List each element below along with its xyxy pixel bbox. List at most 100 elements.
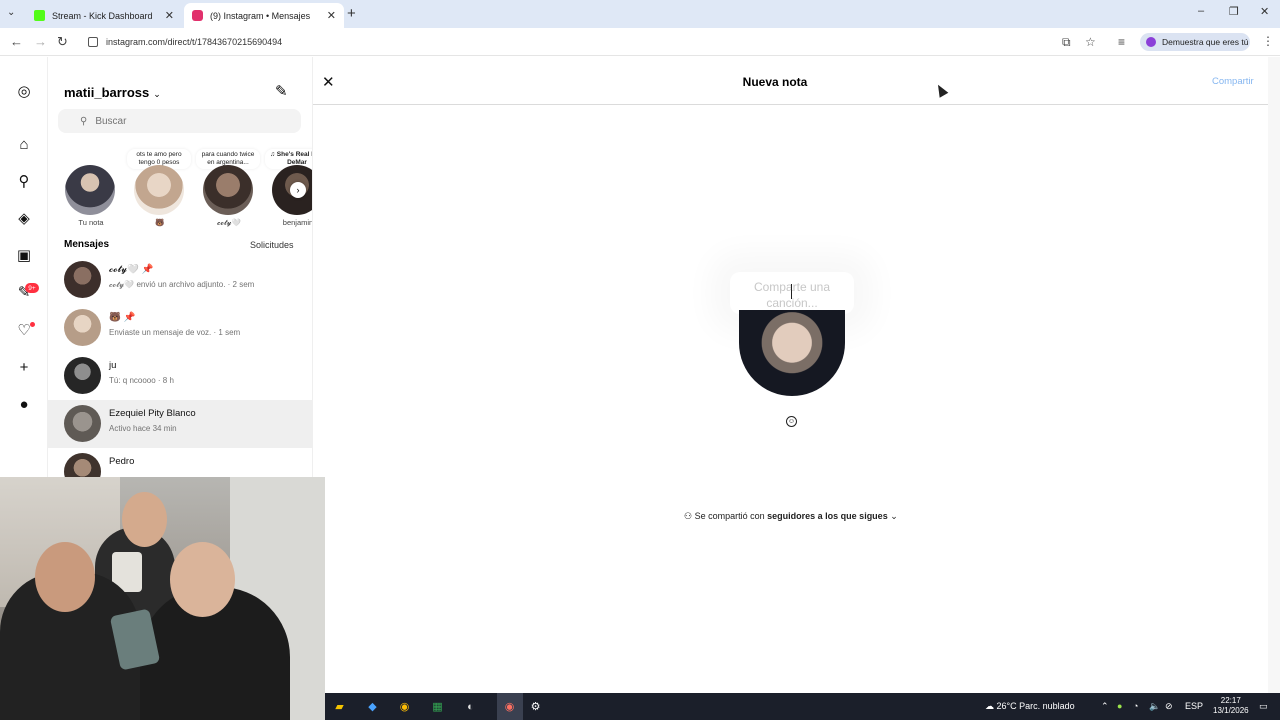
messages-heading: Mensajes xyxy=(64,239,110,250)
site-info-icon[interactable] xyxy=(88,36,98,47)
avatar xyxy=(64,261,101,298)
instagram-favicon-icon xyxy=(192,10,203,21)
bookmark-star-icon[interactable]: ☆ xyxy=(1085,35,1096,49)
browser-toolbar: ← → ↻ instagram.com/direct/t/17843670215… xyxy=(0,28,1280,56)
tray-app-icon[interactable]: ● xyxy=(1117,701,1122,711)
install-app-icon[interactable]: ⧉ xyxy=(1062,35,1071,50)
note-label: Tu nota xyxy=(78,218,104,227)
avatar xyxy=(739,310,845,396)
note-input[interactable]: Comparte una canción... xyxy=(730,272,854,314)
tab-title: (9) Instagram • Mensajes xyxy=(210,10,311,21)
home-icon[interactable]: ⌂ xyxy=(14,134,34,154)
account-switcher[interactable]: matii_barross ⌄ xyxy=(64,85,161,100)
clock-time: 22:17 xyxy=(1220,696,1241,705)
conversation-preview: 𝓬𝓸𝓽𝔂🤍 envió un archivo adjunto. · 2 sem xyxy=(109,280,255,289)
header-divider xyxy=(313,104,1268,105)
reels-icon[interactable]: ▣ xyxy=(14,245,34,265)
app-icon[interactable]: ▦ xyxy=(429,698,446,715)
reload-icon[interactable]: ↻ xyxy=(57,34,68,50)
audience-selector[interactable]: ⚇ Se compartió con seguidores a los que … xyxy=(684,511,898,522)
browser-tab-bar: ⌄ Stream - Kick Dashboard ✕ (9) Instagra… xyxy=(0,0,1280,28)
network-icon[interactable]: ⊘ xyxy=(1165,701,1173,712)
share-button[interactable]: Compartir xyxy=(1212,76,1254,87)
person-head xyxy=(122,492,167,547)
webcam-overlay xyxy=(0,477,325,720)
conversation-item[interactable]: Pedro xyxy=(48,448,312,477)
chrome-profile-icon[interactable]: ◉ xyxy=(501,698,518,715)
avatar xyxy=(134,165,184,215)
mouse-cursor-icon xyxy=(933,82,949,98)
volume-icon[interactable]: 🔈 xyxy=(1149,701,1160,712)
instagram-icon[interactable]: ◎ xyxy=(14,81,34,101)
search-icon[interactable]: ⚲ xyxy=(14,171,34,191)
weather-icon: ☁ xyxy=(985,701,997,711)
explore-icon[interactable]: ◈ xyxy=(14,208,34,228)
avatar xyxy=(203,165,253,215)
clock[interactable]: 22:17 13/1/2026 xyxy=(1213,696,1249,716)
new-message-icon[interactable]: ✎ xyxy=(275,82,288,100)
settings-icon[interactable]: ⚙ xyxy=(527,698,544,715)
emoji-icon[interactable]: ☺ xyxy=(786,416,797,427)
profile-chip[interactable]: Demuestra que eres tú xyxy=(1140,33,1250,51)
media-controls-icon[interactable]: ≡ xyxy=(1118,35,1125,49)
text-caret xyxy=(791,284,792,299)
people-icon: ⚇ xyxy=(684,511,693,521)
conversation-name: Ezequiel Pity Blanco xyxy=(109,408,196,419)
profile-icon[interactable]: ● xyxy=(14,394,34,414)
username: matii_barross xyxy=(64,85,150,100)
tab-title: Stream - Kick Dashboard xyxy=(52,10,153,21)
conversation-name: Pedro xyxy=(109,456,135,467)
instagram-nav-rail: ◎ ⌂ ⚲ ◈ ▣ ✎ ♡ + ● xyxy=(0,57,48,477)
search-placeholder: Buscar xyxy=(95,115,127,127)
chevron-down-icon: ⌄ xyxy=(890,511,898,521)
new-tab-icon[interactable]: + xyxy=(347,5,356,22)
audience-value: seguidores a los que sigues xyxy=(767,511,888,521)
avatar xyxy=(65,165,115,215)
profile-chip-label: Demuestra que eres tú xyxy=(1162,37,1249,47)
obs-icon[interactable]: ◐ xyxy=(462,698,479,715)
notifications-dot xyxy=(30,322,35,327)
notifications-icon[interactable]: ▭ xyxy=(1259,701,1268,712)
conversation-item[interactable]: 𝓬𝓸𝓽𝔂🤍 📌 𝓬𝓸𝓽𝔂🤍 envió un archivo adjunto. … xyxy=(48,256,312,304)
avatar xyxy=(64,357,101,394)
conversation-item[interactable]: Ezequiel Pity Blanco Activo hace 34 min xyxy=(48,400,312,448)
windows-taskbar: ▰ ◆ ◉ ▦ ◐ ◉ ⚙ ☁ 26°C Parc. nublado ⌃ ● ◔… xyxy=(325,693,1280,720)
language-indicator[interactable]: ESP xyxy=(1185,701,1203,711)
tab-kick-dashboard[interactable]: Stream - Kick Dashboard ✕ xyxy=(26,3,182,28)
conversation-item[interactable]: 🐻 📌 Enviaste un mensaje de voz. · 1 sem xyxy=(48,304,312,352)
tab-instagram-messages[interactable]: (9) Instagram • Mensajes ✕ xyxy=(184,3,344,28)
tray-app-icon[interactable]: ◔ xyxy=(1133,701,1138,711)
chrome-icon[interactable]: ◉ xyxy=(396,698,413,715)
chevron-right-icon[interactable]: › xyxy=(290,182,306,198)
scrollbar[interactable] xyxy=(1268,57,1280,693)
forward-icon[interactable]: → xyxy=(34,34,47,49)
avatar xyxy=(64,453,101,477)
app-icon[interactable]: ◆ xyxy=(364,698,381,715)
minimize-icon[interactable]: – xyxy=(1198,5,1204,17)
weather-widget[interactable]: ☁ 26°C Parc. nublado xyxy=(985,701,1075,712)
maximize-icon[interactable]: ❐ xyxy=(1229,5,1239,18)
address-bar[interactable]: instagram.com/direct/t/17843670215690494 xyxy=(80,31,1100,52)
close-icon[interactable]: ✕ xyxy=(322,73,335,91)
conversation-preview: Tú: q ncoooo · 8 h xyxy=(109,376,174,385)
back-icon[interactable]: ← xyxy=(10,34,23,49)
conversation-item[interactable]: ju Tú: q ncoooo · 8 h xyxy=(48,352,312,400)
kick-favicon-icon xyxy=(34,10,45,21)
clock-date: 13/1/2026 xyxy=(1213,706,1249,715)
tab-search-chevron-icon[interactable]: ⌄ xyxy=(7,7,15,18)
close-tab-icon[interactable]: ✕ xyxy=(165,9,174,22)
browser-menu-icon[interactable]: ⋮ xyxy=(1262,34,1274,48)
file-explorer-icon[interactable]: ▰ xyxy=(331,698,348,715)
requests-link[interactable]: Solicitudes xyxy=(250,240,294,250)
close-tab-icon[interactable]: ✕ xyxy=(327,9,336,22)
conversation-preview: Enviaste un mensaje de voz. · 1 sem xyxy=(109,328,241,337)
chevron-up-icon[interactable]: ⌃ xyxy=(1101,701,1109,712)
avatar xyxy=(64,309,101,346)
close-window-icon[interactable]: ✕ xyxy=(1260,5,1269,18)
conversation-name: ju xyxy=(109,360,117,371)
search-input[interactable]: ⚲ Buscar xyxy=(58,109,301,133)
person-head xyxy=(35,542,95,612)
audience-prefix: Se compartió con xyxy=(694,511,765,521)
create-icon[interactable]: + xyxy=(14,357,34,377)
conversation-name: 🐻 📌 xyxy=(109,312,136,323)
